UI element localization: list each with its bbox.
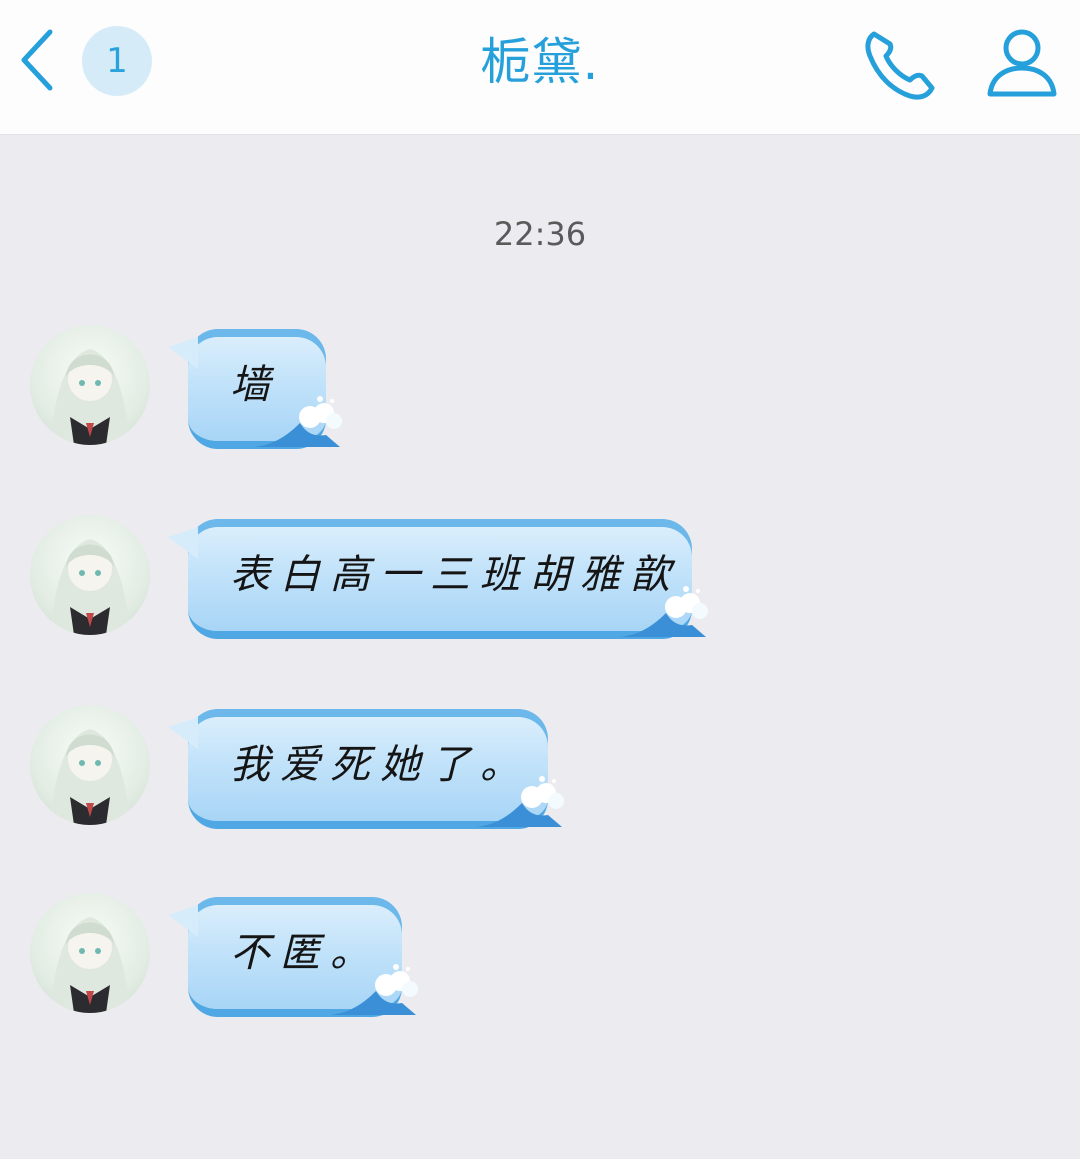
wave-decoration-icon: [330, 964, 418, 1015]
unread-count-badge[interactable]: 1: [82, 26, 152, 96]
message-bubble[interactable]: 不匿。: [168, 897, 418, 1017]
chevron-left-icon[interactable]: [14, 24, 62, 96]
bubble-tail: [168, 527, 198, 559]
message-bubble[interactable]: 墙: [168, 329, 342, 449]
chat-header: 1 栀黛.: [0, 0, 1080, 135]
bubble-tail: [168, 905, 198, 937]
message-timestamp: 22:36: [493, 215, 587, 253]
page-title: 栀黛.: [480, 33, 600, 91]
chat-area[interactable]: 22:36 墙 表白高一三班胡雅歆 我爱死她了。 不匿。: [0, 135, 1080, 1159]
anime-girl-avatar[interactable]: [30, 893, 150, 1013]
phone-icon[interactable]: [860, 24, 940, 104]
bubble-tail: [168, 717, 198, 749]
wave-decoration-icon: [620, 586, 708, 637]
message-text: 表白高一三班胡雅歆: [230, 552, 680, 598]
wave-decoration-icon: [254, 396, 342, 447]
bubble-tail: [168, 337, 198, 369]
message-bubble[interactable]: 我爱死她了。: [168, 709, 564, 829]
anime-girl-avatar[interactable]: [30, 515, 150, 635]
message-bubble[interactable]: 表白高一三班胡雅歆: [168, 519, 708, 639]
wave-decoration-icon: [476, 776, 564, 827]
anime-girl-avatar[interactable]: [30, 705, 150, 825]
anime-girl-avatar[interactable]: [30, 325, 150, 445]
user-icon[interactable]: [984, 24, 1060, 100]
